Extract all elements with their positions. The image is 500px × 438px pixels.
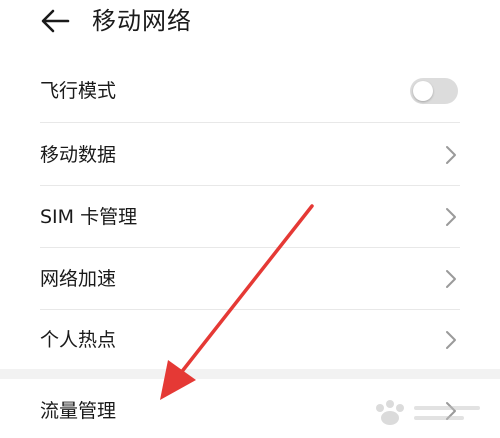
toggle-knob [413, 81, 433, 101]
top-app-bar: 移动网络 [0, 0, 500, 44]
data-usage-management-row[interactable]: 流量管理 [0, 380, 500, 438]
sim-card-management-label: SIM 卡管理 [40, 206, 138, 228]
chevron-right-icon [446, 402, 456, 420]
network-acceleration-label: 网络加速 [40, 268, 117, 290]
sim-card-management-row[interactable]: SIM 卡管理 [0, 186, 500, 248]
arrow-left-icon [41, 9, 70, 33]
network-acceleration-row[interactable]: 网络加速 [0, 248, 500, 310]
mobile-data-row[interactable]: 移动数据 [0, 124, 500, 186]
divider [40, 122, 460, 123]
mobile-network-settings-screen: 移动网络 飞行模式 移动数据 SIM 卡管理 网络加速 个人热点 流量管理 [0, 0, 500, 438]
chevron-right-icon [446, 208, 456, 226]
chevron-right-icon [446, 270, 456, 288]
personal-hotspot-row[interactable]: 个人热点 [0, 309, 500, 371]
back-button[interactable] [38, 5, 72, 37]
mobile-data-label: 移动数据 [40, 144, 117, 166]
section-separator [0, 369, 500, 379]
personal-hotspot-label: 个人热点 [40, 329, 117, 351]
airplane-mode-label: 飞行模式 [40, 80, 117, 102]
airplane-mode-toggle[interactable] [410, 78, 458, 104]
chevron-right-icon [446, 331, 456, 349]
data-usage-management-label: 流量管理 [40, 400, 117, 422]
page-title: 移动网络 [92, 7, 192, 35]
chevron-right-icon [446, 146, 456, 164]
